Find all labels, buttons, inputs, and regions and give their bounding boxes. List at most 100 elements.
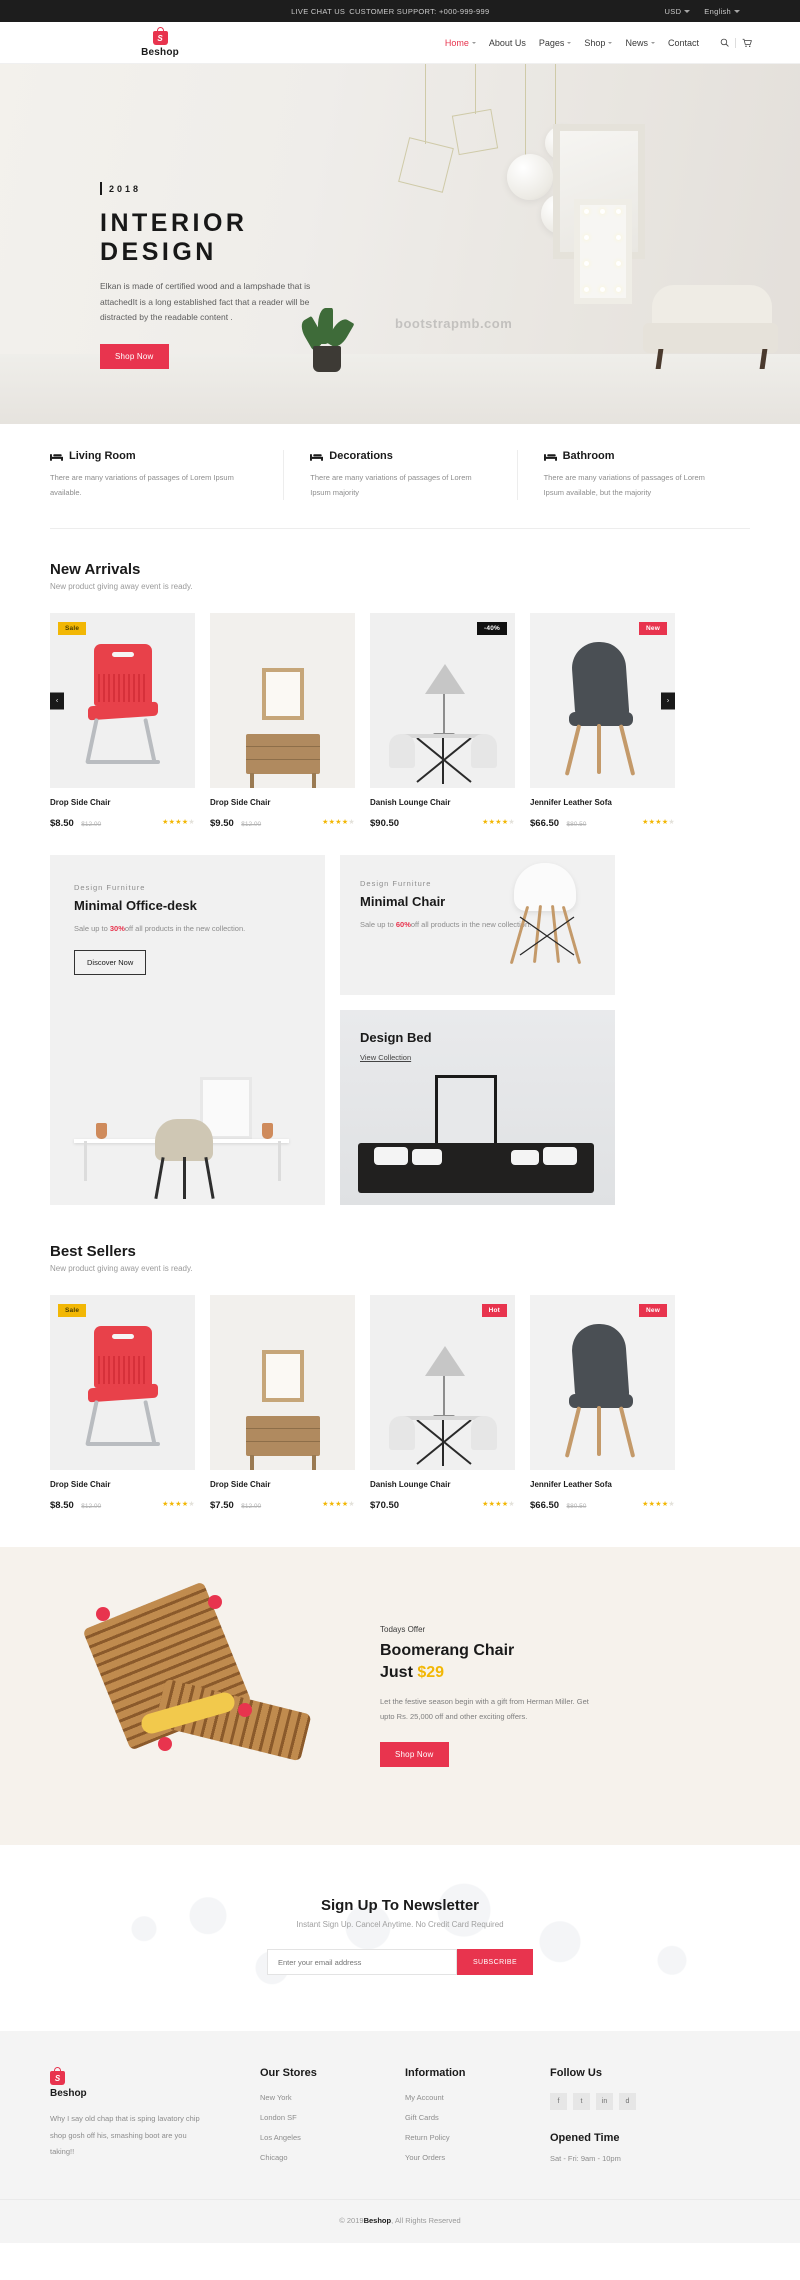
product-card[interactable]: Hot Danish Lounge Chair $70.50 ★★★★★: [370, 1295, 515, 1513]
product-price: $8.50: [50, 1500, 74, 1511]
offer-title-line1: Boomerang Chair: [380, 1642, 515, 1660]
product-card[interactable]: -40% Danish Lounge Chair $90.50 ★★★★★: [370, 613, 515, 831]
list-item[interactable]: Chicago: [260, 2153, 405, 2162]
product-old-price: $12.00: [241, 821, 262, 828]
features-row: Living Room There are many variations of…: [50, 424, 750, 529]
list-item[interactable]: My Account: [405, 2093, 550, 2102]
feature-text: There are many variations of passages of…: [50, 473, 234, 497]
list-item[interactable]: Gift Cards: [405, 2113, 550, 2122]
search-icon[interactable]: [720, 38, 729, 47]
footer-column-title: Information: [405, 2067, 466, 2079]
newsletter-email-input[interactable]: [266, 1949, 457, 1975]
feature-head: Bathroom: [543, 450, 722, 462]
live-chat-link[interactable]: LIVE CHAT US: [291, 7, 345, 16]
newsletter-form: SUBSCRIBE: [0, 1949, 800, 1975]
bulb-frame-decoration: [574, 199, 632, 304]
product-card[interactable]: Sale Drop Side Chair $8.50 $12.00 ★★★★★: [50, 1295, 195, 1513]
product-price: $66.50: [530, 818, 560, 829]
promo-minimal-chair[interactable]: Design Furniture Minimal Chair Sale up t…: [340, 855, 615, 995]
promo-office-desk[interactable]: Design Furniture Minimal Office-desk Sal…: [50, 855, 325, 1205]
product-card[interactable]: New Jennifer Leather Sofa $66.50 $80.50 …: [530, 1295, 675, 1513]
offer-title: Boomerang Chair Just $29: [380, 1640, 600, 1683]
product-name: Drop Side Chair: [50, 798, 111, 807]
product-card[interactable]: Sale ‹ Drop Side Chair $8.50 $12.00 ★★★★…: [50, 613, 195, 831]
top-bar-message: LIVE CHAT US CUSTOMER SUPPORT: +000-999-9…: [0, 7, 665, 16]
product-image: Hot: [370, 1295, 515, 1470]
product-card[interactable]: Drop Side Chair $7.50 $12.00 ★★★★★: [210, 1295, 355, 1513]
list-item[interactable]: Return Policy: [405, 2133, 550, 2142]
header-icons: [720, 37, 752, 48]
opened-time-value: Sat - Fri: 9am - 10pm: [550, 2154, 621, 2163]
icon-divider: [735, 37, 736, 48]
offer-text: Let the festive season begin with a gift…: [380, 1696, 589, 1721]
product-rating: ★★★★★: [162, 1501, 195, 1508]
list-item[interactable]: New York: [260, 2093, 405, 2102]
list-item[interactable]: Your Orders: [405, 2153, 550, 2162]
product-card[interactable]: Drop Side Chair $9.50 $12.00 ★★★★★: [210, 613, 355, 831]
hero-shop-now-button[interactable]: Shop Now: [100, 344, 169, 370]
list-item[interactable]: London SF: [260, 2113, 405, 2122]
feature-head: Living Room: [50, 450, 255, 462]
product-name: Drop Side Chair: [50, 1480, 111, 1489]
nav-item-home[interactable]: Home: [445, 38, 476, 48]
next-arrow-button[interactable]: ›: [661, 692, 675, 709]
product-badge: -40%: [477, 622, 507, 635]
feature-living-room[interactable]: Living Room There are many variations of…: [50, 450, 283, 500]
twitter-icon[interactable]: t: [573, 2093, 590, 2110]
nav-item-shop[interactable]: Shop: [584, 38, 613, 48]
product-image: Sale: [50, 1295, 195, 1470]
promo-text-before: Sale up to: [74, 924, 110, 933]
offer-shop-now-button[interactable]: Shop Now: [380, 1741, 449, 1767]
nav-item-about-us[interactable]: About Us: [489, 38, 526, 48]
product-price: $70.50: [370, 1500, 400, 1511]
discover-now-button[interactable]: Discover Now: [74, 950, 147, 975]
feature-decorations[interactable]: Decorations There are many variations of…: [283, 450, 516, 500]
nav-item-contact[interactable]: Contact: [668, 38, 699, 48]
facebook-icon[interactable]: f: [550, 2093, 567, 2110]
promo-text-before: Sale up to: [360, 920, 396, 929]
feature-bathroom[interactable]: Bathroom There are many variations of pa…: [516, 450, 750, 500]
red-chair-illustration: [80, 1320, 166, 1470]
sofa-decoration: [630, 274, 780, 369]
nav-item-pages[interactable]: Pages: [539, 38, 572, 48]
product-price-group: $66.50 $80.50: [530, 813, 586, 831]
product-name: Jennifer Leather Sofa: [530, 798, 612, 807]
brand-logo[interactable]: S Beshop: [100, 27, 220, 58]
chevron-down-icon: [471, 41, 476, 44]
dark-chair-illustration: [563, 1320, 643, 1470]
promo-title: Design Bed: [360, 1030, 432, 1045]
cart-icon[interactable]: [742, 38, 752, 48]
language-selector[interactable]: English: [704, 7, 740, 16]
offer-eyebrow: Todays Offer: [380, 1625, 426, 1635]
newsletter-subscribe-button[interactable]: SUBSCRIBE: [456, 1949, 534, 1975]
promo-design-bed[interactable]: Design Bed View Collection: [340, 1010, 615, 1205]
nav-label: Contact: [667, 37, 699, 48]
currency-selector[interactable]: USD: [665, 7, 691, 16]
hero-description: Elkan is made of certified wood and a la…: [100, 281, 311, 323]
product-image: [210, 1295, 355, 1470]
desk-illustration: [50, 1030, 325, 1205]
newsletter-subtitle: Instant Sign Up. Cancel Anytime. No Cred…: [296, 1920, 504, 1929]
footer-brand-name: Beshop: [50, 2088, 87, 2099]
currency-value: USD: [664, 6, 682, 16]
dribbble-icon[interactable]: d: [619, 2093, 636, 2110]
nav-item-news[interactable]: News: [625, 38, 655, 48]
prev-arrow-button[interactable]: ‹: [50, 692, 64, 709]
view-collection-link[interactable]: View Collection: [360, 1053, 411, 1062]
product-price-group: $70.50: [370, 1495, 402, 1513]
feature-head: Decorations: [310, 450, 488, 462]
product-card[interactable]: New › Jennifer Leather Sofa $66.50 $80.5…: [530, 613, 675, 831]
linkedin-icon[interactable]: in: [596, 2093, 613, 2110]
product-old-price: $12.00: [241, 1503, 262, 1510]
chevron-down-icon: [684, 9, 691, 13]
list-item[interactable]: Los Angeles: [260, 2133, 405, 2142]
footer-logo[interactable]: S Beshop: [50, 2067, 260, 2099]
nav-label: News: [625, 37, 648, 48]
hero-year: 2018: [100, 182, 370, 195]
promo-title: Minimal Office-desk: [74, 898, 197, 913]
product-old-price: $12.00: [81, 821, 102, 828]
hero-title: INTERIOR DESIGN: [100, 209, 248, 266]
newsletter-title: Sign Up To Newsletter: [320, 1897, 480, 1914]
promo-section: Design Furniture Minimal Office-desk Sal…: [50, 855, 750, 1211]
dark-chair-illustration: [563, 638, 643, 788]
